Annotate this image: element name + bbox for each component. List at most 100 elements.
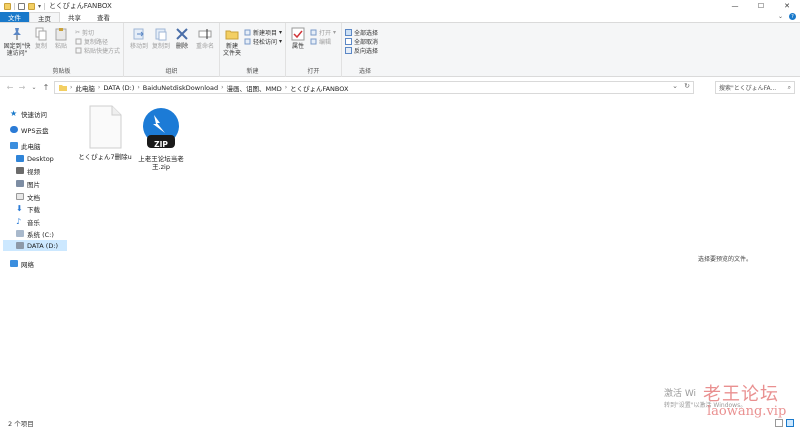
- details-view-icon[interactable]: [775, 419, 783, 427]
- crumb-current[interactable]: とくぴょんFANBOX: [290, 83, 348, 93]
- zip-badge: ZIP: [154, 140, 168, 149]
- search-input[interactable]: 搜索"とくぴょんFA... ⌕: [715, 81, 795, 94]
- organize-group: 移动到 复制到 删除 重命名 组织: [124, 23, 220, 77]
- nav-this-pc[interactable]: 此电脑: [10, 140, 78, 151]
- open-icon: [310, 29, 317, 36]
- explorer-window: ▾ とくぴょんFANBOX — ☐ ✕ 文件 主页 共享 查看 ⌄ ? 固定到"…: [0, 0, 800, 429]
- easy-access-button[interactable]: 轻松访问 ▾: [244, 37, 282, 46]
- computer-icon: [10, 142, 18, 149]
- breadcrumb[interactable]: › 此电脑 › DATA (D:) › BaiduNetdiskDownload…: [54, 81, 694, 94]
- dropdown-arrow-icon: ▾: [333, 29, 337, 36]
- tab-share[interactable]: 共享: [60, 12, 89, 22]
- dropdown-arrow-icon: ▾: [279, 38, 283, 45]
- new-folder-icon: [225, 30, 239, 40]
- edit-button[interactable]: 编辑: [310, 37, 331, 46]
- expand-ribbon-icon[interactable]: ⌄: [778, 13, 783, 20]
- clipboard-group: 固定到"快速访问" 复制 粘贴 ✂ 剪切 复制路径 粘贴快捷方式 剪贴板: [0, 23, 124, 77]
- dropdown-arrow-icon: ▾: [279, 29, 283, 36]
- search-icon: ⌕: [787, 83, 791, 91]
- crumb-data-d[interactable]: DATA (D:): [103, 84, 134, 92]
- group-label: 新建: [246, 68, 259, 75]
- tab-home[interactable]: 主页: [29, 12, 60, 23]
- select-all-icon: [345, 29, 352, 36]
- up-arrow-icon[interactable]: ↑: [40, 83, 52, 92]
- group-label: 剪贴板: [52, 68, 71, 75]
- open-button[interactable]: 打开 ▾: [310, 28, 336, 37]
- move-to-button[interactable]: 移动到: [128, 27, 150, 50]
- file-item[interactable]: とくぴょん7删除u: [76, 105, 134, 161]
- quick-access-toolbar: ▾: [0, 2, 46, 10]
- help-icon[interactable]: ?: [789, 13, 796, 20]
- copy-button[interactable]: 复制: [33, 27, 49, 50]
- nav-quick-access[interactable]: ★ 快速访问: [10, 108, 78, 119]
- music-icon: ♪: [16, 217, 22, 226]
- nav-wps[interactable]: WPS云盘: [10, 124, 78, 135]
- divider: [14, 2, 15, 10]
- crumb-baidu[interactable]: BaiduNetdiskDownload: [143, 84, 218, 92]
- select-all-button[interactable]: 全部选择: [345, 28, 378, 37]
- window-title: とくぴょんFANBOX: [49, 2, 112, 10]
- maximize-button[interactable]: ☐: [748, 0, 774, 12]
- drive-icon: [16, 230, 24, 237]
- blank-file-icon: [89, 105, 122, 149]
- invert-selection-button[interactable]: 反向选择: [345, 46, 378, 55]
- refresh-icon[interactable]: ↻: [681, 82, 693, 93]
- chevron-right-icon: ›: [70, 84, 73, 91]
- new-item-icon: [244, 29, 251, 36]
- new-folder-icon[interactable]: [28, 2, 35, 10]
- forward-arrow-icon[interactable]: →: [16, 83, 28, 92]
- crumb-manga[interactable]: 漫画、诅图、MMD: [227, 83, 282, 93]
- close-button[interactable]: ✕: [774, 0, 800, 12]
- tab-file[interactable]: 文件: [0, 12, 29, 22]
- view-switcher: [775, 419, 794, 427]
- rename-button[interactable]: 重命名: [194, 27, 216, 50]
- chevron-right-icon: ›: [97, 84, 101, 91]
- crumb-this-pc[interactable]: 此电脑: [75, 83, 95, 93]
- copy-to-icon: [155, 28, 167, 41]
- new-folder-button[interactable]: 新建 文件夹: [222, 27, 242, 57]
- copy-path-button[interactable]: 复制路径: [75, 37, 108, 46]
- properties-button[interactable]: 属性: [290, 27, 306, 50]
- file-item[interactable]: ZIP 上老王论坛当老王.zip: [132, 105, 190, 171]
- file-list: とくぴょん7删除u ZIP 上老王论坛当老王.zip: [72, 97, 800, 409]
- nav-network[interactable]: 网络: [10, 258, 78, 269]
- site-watermark: 老王论坛: [703, 384, 779, 405]
- group-label: 组织: [165, 68, 178, 75]
- recent-locations-icon[interactable]: ⌄: [28, 84, 40, 91]
- chevron-right-icon: ›: [221, 84, 224, 91]
- move-to-icon: [133, 28, 144, 40]
- document-icon: [16, 193, 24, 200]
- nav-data-d[interactable]: DATA (D:): [3, 240, 67, 251]
- select-none-icon: [345, 38, 352, 45]
- network-icon: [10, 260, 18, 267]
- customize-toolbar-icon[interactable]: ▾: [38, 3, 41, 10]
- minimize-button[interactable]: —: [722, 0, 748, 12]
- invert-selection-icon: [345, 47, 352, 54]
- copy-icon: [35, 27, 47, 41]
- back-arrow-icon[interactable]: ←: [4, 83, 16, 92]
- window-controls: — ☐ ✕: [722, 0, 800, 12]
- tab-view[interactable]: 查看: [89, 12, 118, 22]
- delete-icon: [176, 28, 188, 40]
- new-item-button[interactable]: 新建项目 ▾: [244, 28, 282, 37]
- status-bar: 2 个项目: [0, 417, 800, 429]
- delete-button[interactable]: 删除: [174, 27, 190, 50]
- easy-access-icon: [244, 38, 251, 45]
- select-group: 全部选择 全部取消 反向选择 选择: [342, 23, 388, 77]
- cloud-icon: [10, 126, 18, 133]
- properties-icon[interactable]: [18, 2, 25, 10]
- cut-button[interactable]: ✂ 剪切: [75, 28, 94, 37]
- pin-quick-access-button[interactable]: 固定到"快速访问": [3, 27, 31, 57]
- address-dropdown-icon[interactable]: ⌄: [669, 82, 681, 93]
- copy-to-button[interactable]: 复制到: [150, 27, 172, 50]
- ribbon: 固定到"快速访问" 复制 粘贴 ✂ 剪切 复制路径 粘贴快捷方式 剪贴板 移动到…: [0, 23, 800, 77]
- paste-shortcut-button[interactable]: 粘贴快捷方式: [75, 46, 120, 55]
- shortcut-icon: [75, 47, 82, 54]
- divider: [44, 2, 46, 10]
- navigation-pane: ★ 快速访问 WPS云盘 此电脑 Desktop 视频 图片 文档 ⬇ 下载 ♪…: [0, 100, 68, 410]
- copy-path-icon: [75, 38, 82, 45]
- video-icon: [16, 167, 24, 174]
- select-none-button[interactable]: 全部取消: [345, 37, 378, 46]
- paste-button[interactable]: 粘贴: [53, 27, 69, 50]
- large-icons-view-icon[interactable]: [786, 419, 794, 427]
